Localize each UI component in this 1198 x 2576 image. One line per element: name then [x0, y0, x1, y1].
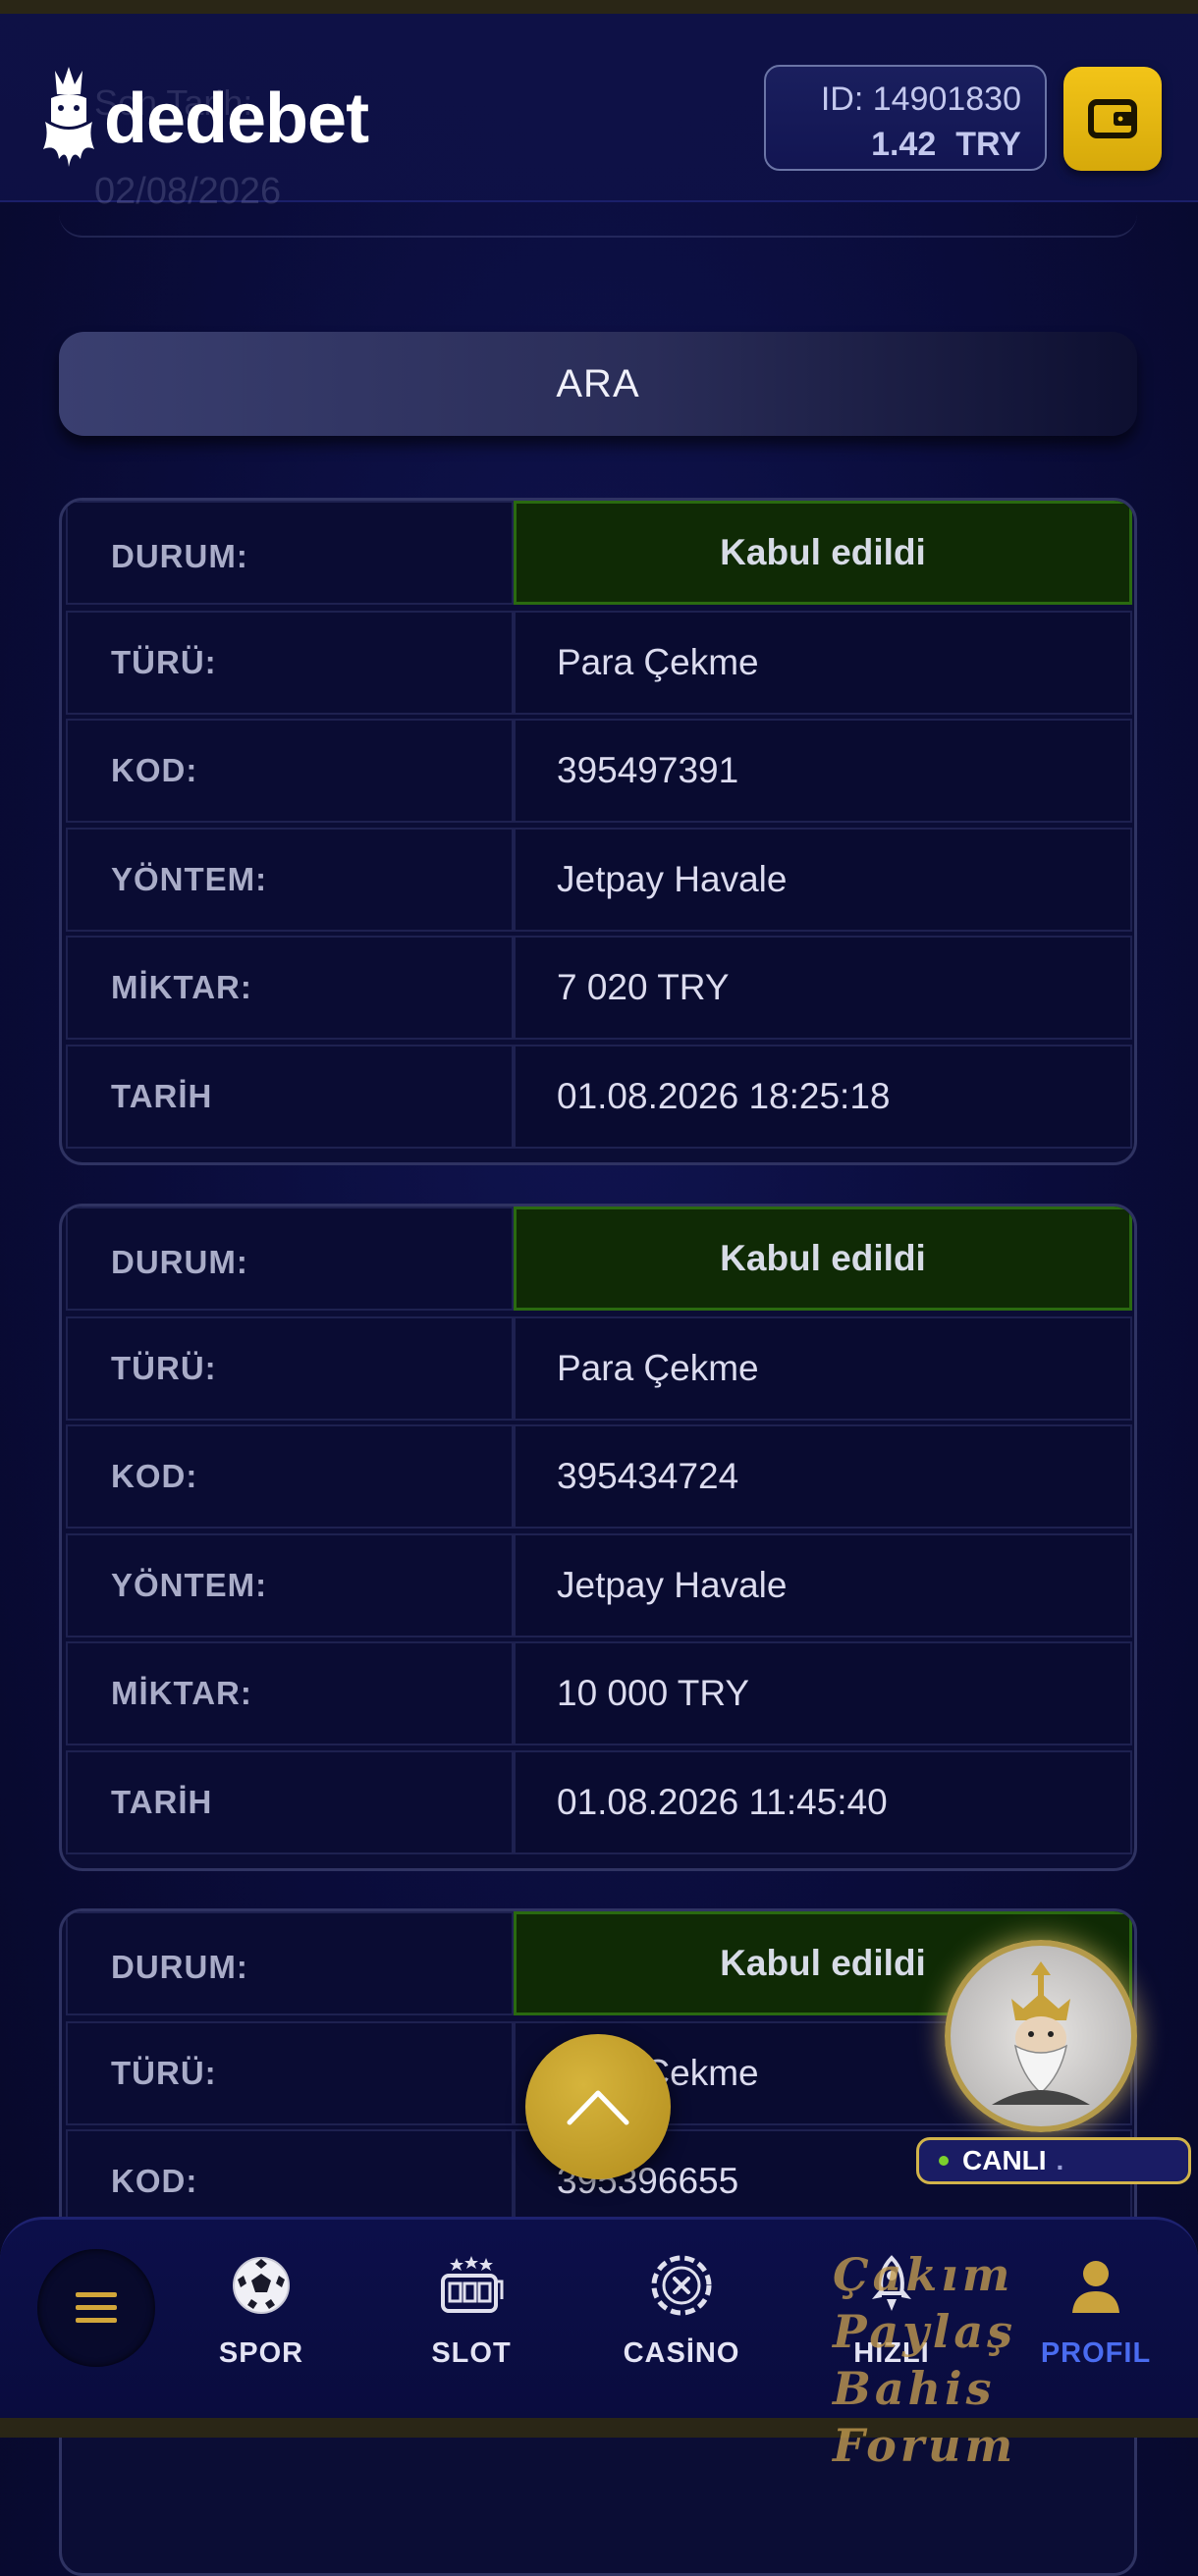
- balance: 1.42 TRY: [790, 122, 1021, 167]
- type-label: TÜRÜ:: [66, 2021, 514, 2125]
- method-row: YÖNTEM: Jetpay Havale: [66, 828, 1132, 932]
- bottom-navigation: SPOR SLOT CASİNO HIZLI PROFIL: [0, 2217, 1198, 2421]
- method-value: Jetpay Havale: [514, 828, 1132, 932]
- casino-chip-icon: [651, 2255, 712, 2316]
- date-row: TARİH 01.08.2026 18:25:18: [66, 1045, 1132, 1149]
- amount-value: 7 020 TRY: [514, 936, 1132, 1040]
- brand-logo[interactable]: dedebet: [37, 65, 369, 173]
- amount-value: 10 000 TRY: [514, 1641, 1132, 1745]
- rocket-icon: [872, 2255, 911, 2311]
- search-button[interactable]: ARA: [59, 332, 1137, 436]
- method-label: YÖNTEM:: [66, 828, 514, 932]
- slot-machine-icon: [441, 2256, 504, 2313]
- status-label: DURUM:: [66, 1207, 514, 1311]
- type-value: Para Çekme: [514, 611, 1132, 715]
- amount-label: MİKTAR:: [66, 1641, 514, 1745]
- live-indicator-dot: [939, 2156, 949, 2166]
- status-label: DURUM:: [66, 501, 514, 605]
- hamburger-menu-icon: [76, 2292, 117, 2323]
- date-value: 01.08.2026 18:25:18: [514, 1045, 1132, 1149]
- status-row: DURUM: Kabul edildi: [66, 1207, 1132, 1311]
- amount-label: MİKTAR:: [66, 936, 514, 1040]
- status-badge: Kabul edildi: [514, 1207, 1132, 1311]
- balance-currency: TRY: [955, 126, 1021, 163]
- nav-label-casino: CASİNO: [623, 2337, 740, 2369]
- status-label: DURUM:: [66, 1911, 514, 2015]
- method-row: YÖNTEM: Jetpay Havale: [66, 1533, 1132, 1637]
- king-avatar-icon: [992, 1961, 1090, 2105]
- live-label-trail: .: [1056, 2145, 1064, 2175]
- nav-item-profil[interactable]: PROFIL: [1007, 2249, 1184, 2396]
- balance-amount: 1.42: [871, 126, 937, 163]
- transaction-card: DURUM: Kabul edildi TÜRÜ: Para Çekme KOD…: [59, 498, 1137, 1165]
- system-nav-strip: [0, 2418, 1198, 2438]
- nav-item-hizli[interactable]: HIZLI: [803, 2249, 980, 2396]
- code-label: KOD:: [66, 1424, 514, 1529]
- date-value: 01.08.2026 11:45:40: [514, 1750, 1132, 1854]
- brand-name: dedebet: [104, 80, 369, 158]
- type-value: Para Çekme: [514, 1316, 1132, 1421]
- live-label: CANLI: [962, 2145, 1047, 2175]
- method-value: Jetpay Havale: [514, 1533, 1132, 1637]
- filter-card-edge: [59, 196, 1137, 238]
- method-label: YÖNTEM:: [66, 1533, 514, 1637]
- nav-label-slot: SLOT: [431, 2337, 512, 2369]
- account-balance-box[interactable]: ID: 14901830 1.42 TRY: [764, 65, 1047, 171]
- date-label: TARİH: [66, 1045, 514, 1149]
- date-row: TARİH 01.08.2026 11:45:40: [66, 1750, 1132, 1854]
- date-label: TARİH: [66, 1750, 514, 1854]
- status-badge: Kabul edildi: [514, 501, 1132, 605]
- code-row: KOD: 395434724: [66, 1424, 1132, 1529]
- type-row: TÜRÜ: Para Çekme: [66, 611, 1132, 715]
- code-value: 395434724: [514, 1424, 1132, 1529]
- wallet-icon: [1088, 99, 1137, 138]
- app-header: Son Tarih: 02/08/2026 dedebet ID: 149018…: [0, 14, 1198, 212]
- transaction-card: DURUM: Kabul edildi TÜRÜ: Para Çekme KOD…: [59, 1204, 1137, 1871]
- nav-item-spor[interactable]: SPOR: [173, 2249, 350, 2396]
- user-icon: [1072, 2261, 1119, 2313]
- nav-item-slot[interactable]: SLOT: [383, 2249, 560, 2396]
- wallet-button[interactable]: [1063, 67, 1162, 171]
- live-support-badge[interactable]: CANLI .: [916, 2137, 1191, 2184]
- king-logo-icon: [43, 67, 94, 167]
- status-bar: [0, 0, 1198, 14]
- status-row: DURUM: Kabul edildi: [66, 501, 1132, 605]
- type-label: TÜRÜ:: [66, 1316, 514, 1421]
- nav-label-profil: PROFIL: [1040, 2337, 1152, 2369]
- nav-label-hizli: HIZLI: [853, 2337, 930, 2369]
- live-support-avatar[interactable]: [945, 1940, 1137, 2132]
- code-row: KOD: 395497391: [66, 719, 1132, 823]
- nav-label-spor: SPOR: [218, 2337, 304, 2369]
- account-id: ID: 14901830: [820, 80, 1021, 118]
- amount-row: MİKTAR: 10 000 TRY: [66, 1641, 1132, 1745]
- code-label: KOD:: [66, 719, 514, 823]
- menu-button[interactable]: [37, 2249, 155, 2367]
- soccer-ball-icon: [233, 2257, 290, 2314]
- chevron-up-icon: [567, 2090, 629, 2125]
- type-row: TÜRÜ: Para Çekme: [66, 1316, 1132, 1421]
- nav-item-casino[interactable]: CASİNO: [593, 2249, 770, 2396]
- code-value: 395497391: [514, 719, 1132, 823]
- scroll-to-top-button[interactable]: [525, 2034, 671, 2179]
- type-label: TÜRÜ:: [66, 611, 514, 715]
- amount-row: MİKTAR: 7 020 TRY: [66, 936, 1132, 1040]
